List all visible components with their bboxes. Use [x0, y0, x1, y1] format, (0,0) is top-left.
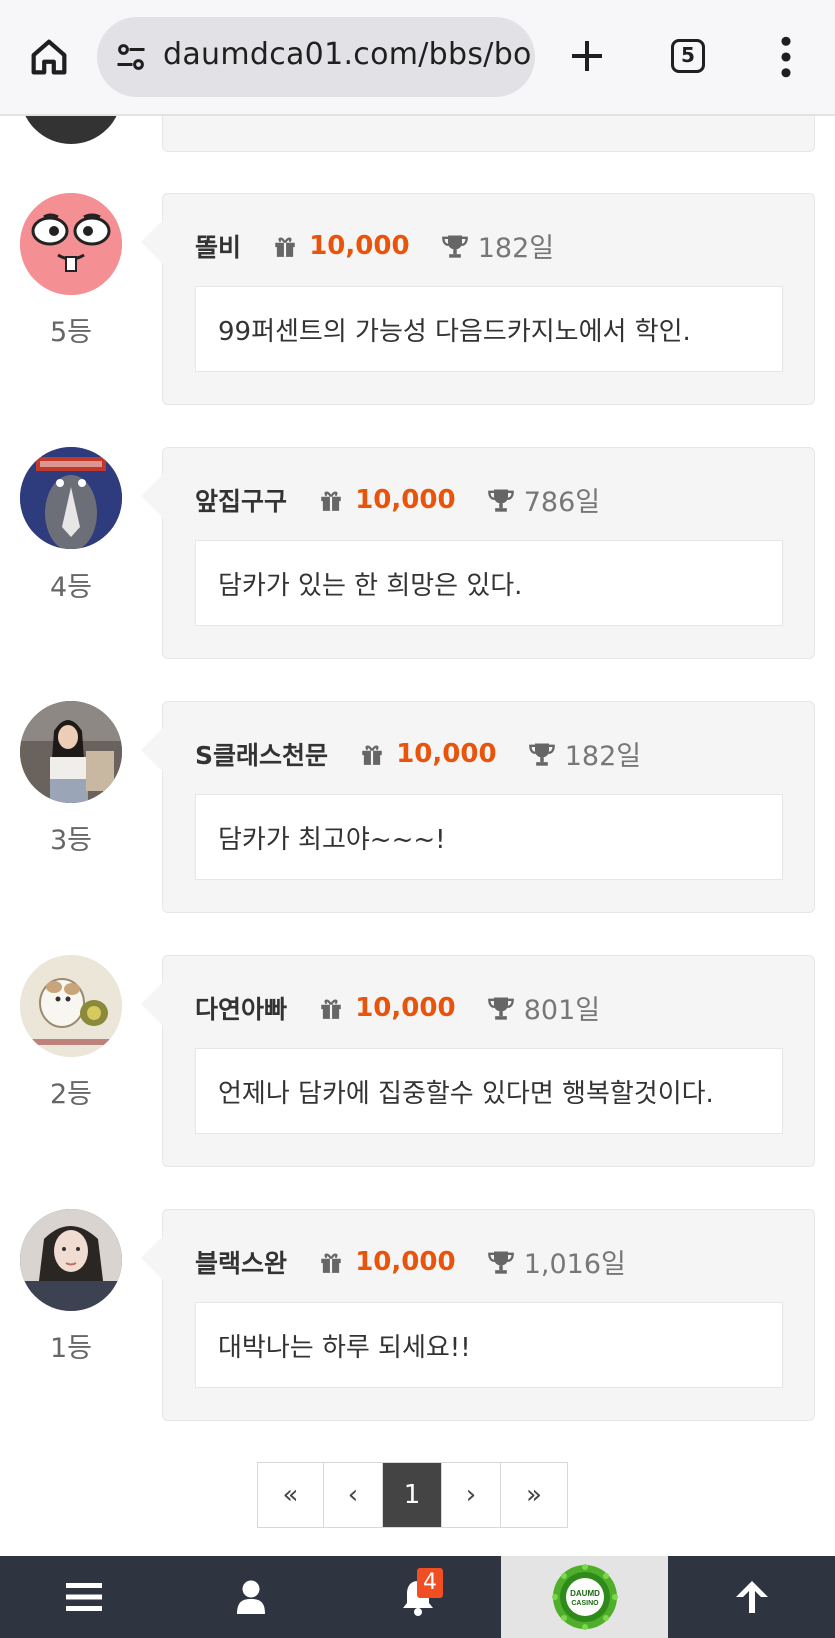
rank-label: 1등 — [49, 1333, 93, 1364]
bottom-nav: 4 DAUMD CASINO — [0, 1556, 835, 1638]
gift-icon — [275, 236, 295, 257]
daumd-casino-logo: DAUMD CASINO — [551, 1564, 618, 1630]
trophy-icon — [441, 235, 468, 258]
comment-message: 언제나 담카에 집중할수 있다면 행복할것이다. — [195, 1048, 783, 1134]
trophy-icon — [487, 1251, 514, 1274]
comment-card: 앞집구구 10,000 786일 담카가 있는 한 희망은 있다. — [141, 447, 815, 659]
profile-button[interactable] — [167, 1556, 334, 1638]
comment-header: 블랙스완 10,000 1,016일 — [195, 1242, 626, 1282]
more-menu-icon[interactable] — [776, 36, 796, 78]
next-page-button[interactable]: › — [442, 1463, 501, 1527]
nickname[interactable]: 똘비 — [195, 228, 241, 264]
gift-icon — [362, 744, 382, 765]
avatar-hamster-image — [20, 955, 122, 1057]
avatar-face-image — [20, 193, 122, 295]
nickname[interactable]: S클래스천문 — [195, 736, 328, 772]
home-logo-button[interactable]: DAUMD CASINO — [501, 1556, 668, 1638]
days-count: 182일 — [564, 741, 642, 772]
gift-icon — [321, 998, 341, 1019]
comment-message: 담카가 최고야~~~! — [195, 794, 783, 880]
points-value: 10,000 — [309, 230, 410, 261]
comment-header: S클래스천문 10,000 182일 — [195, 734, 641, 774]
logo-text-1: DAUMD — [570, 1589, 600, 1598]
days-count: 1,016일 — [523, 1249, 626, 1280]
avatar — [20, 701, 122, 803]
points-value: 10,000 — [355, 484, 456, 515]
days-count: 801일 — [523, 995, 601, 1026]
hamburger-icon — [65, 1583, 102, 1611]
days-count: 786일 — [523, 487, 601, 518]
trophy-icon — [528, 743, 555, 766]
avatar-photo-image — [20, 701, 122, 803]
site-settings-icon[interactable] — [113, 39, 149, 75]
prev-page-button[interactable]: ‹ — [324, 1463, 383, 1527]
avatar — [20, 1209, 122, 1311]
nickname[interactable]: 블랙스완 — [195, 1244, 287, 1280]
gift-icon — [321, 1252, 341, 1273]
trophy-icon — [487, 997, 514, 1020]
avatar — [20, 955, 122, 1057]
rank-label: 4등 — [49, 572, 93, 603]
comment-header: 똘비 10,000 182일 — [195, 226, 554, 266]
menu-button[interactable] — [0, 1556, 167, 1638]
points-value: 10,000 — [396, 738, 497, 769]
comment-message: 담카가 있는 한 희망은 있다. — [195, 540, 783, 626]
avatar — [20, 447, 122, 549]
rank-label: 2등 — [49, 1079, 93, 1110]
notification-badge: 4 — [417, 1568, 443, 1598]
rank-label: 5등 — [49, 317, 93, 348]
comment-message: 99퍼센트의 가능성 다음드카지노에서 학인. — [195, 286, 783, 372]
comment-card: 블랙스완 10,000 1,016일 대박나는 하루 되세요!! — [141, 1209, 815, 1421]
url-text[interactable]: daumdca01.com/bbs/bo — [163, 37, 532, 72]
logo-text-2: CASINO — [571, 1600, 599, 1607]
scroll-top-button[interactable] — [668, 1556, 835, 1638]
address-bar[interactable]: daumdca01.com/bbs/bo — [97, 17, 535, 97]
comment-header: 앞집구구 10,000 786일 — [195, 480, 600, 520]
arrow-up-icon — [735, 1581, 768, 1613]
points-value: 10,000 — [355, 992, 456, 1023]
current-page-button[interactable]: 1 — [383, 1463, 442, 1527]
comment-message: 대박나는 하루 되세요!! — [195, 1302, 783, 1388]
avatar — [20, 193, 122, 295]
new-tab-icon[interactable] — [567, 36, 607, 76]
user-icon — [236, 1580, 265, 1614]
comment-card: 똘비 10,000 182일 99퍼센트의 가능성 다음드카지노에서 학인. — [141, 193, 815, 405]
pagination: « ‹ 1 › » — [257, 1462, 568, 1528]
comment-header: 다연아빠 10,000 801일 — [195, 988, 600, 1028]
first-page-button[interactable]: « — [258, 1463, 324, 1527]
avatar-penguin-image — [20, 447, 122, 549]
rank-label: 3등 — [49, 825, 93, 856]
nickname[interactable]: 다연아빠 — [195, 990, 287, 1026]
days-count: 182일 — [477, 233, 555, 264]
comment-card: 다연아빠 10,000 801일 언제나 담카에 집중할수 있다면 행복할것이다… — [141, 955, 815, 1167]
comment-card: S클래스천문 10,000 182일 담카가 최고야~~~! — [141, 701, 815, 913]
points-value: 10,000 — [355, 1246, 456, 1277]
avatar-photo-image — [20, 1209, 122, 1311]
last-page-button[interactable]: » — [501, 1463, 567, 1527]
nickname[interactable]: 앞집구구 — [195, 482, 287, 518]
gift-icon — [321, 490, 341, 511]
home-icon[interactable] — [26, 34, 72, 80]
trophy-icon — [487, 489, 514, 512]
tab-switcher-button[interactable]: 5 — [671, 39, 705, 73]
browser-toolbar: daumdca01.com/bbs/bo 5 — [0, 0, 835, 116]
